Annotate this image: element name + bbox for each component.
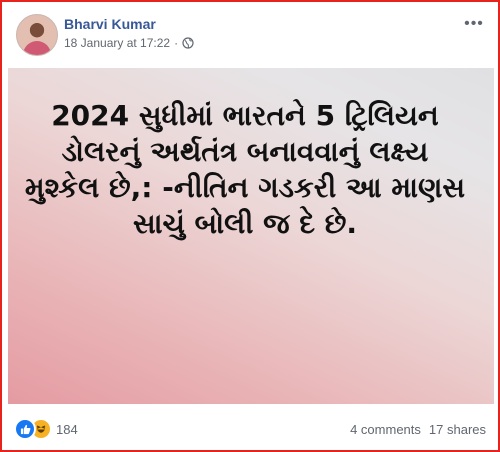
post-footer: 184 4 comments 17 shares — [12, 416, 488, 444]
more-options-icon[interactable]: ••• — [464, 16, 484, 32]
comments-count[interactable]: 4 comments — [350, 422, 421, 437]
shares-count[interactable]: 17 shares — [429, 422, 486, 437]
like-icon — [14, 418, 36, 440]
post-card: Bharvi Kumar 18 January at 17:22 · ••• 2… — [0, 0, 500, 452]
avatar[interactable] — [16, 14, 58, 56]
meta-separator: · — [174, 36, 179, 50]
author-name[interactable]: Bharvi Kumar — [64, 16, 156, 32]
post-meta: 18 January at 17:22 · — [64, 36, 194, 50]
engagement-stats: 4 comments 17 shares — [350, 422, 486, 437]
post-timestamp[interactable]: 18 January at 17:22 — [64, 36, 170, 50]
reaction-count[interactable]: 184 — [56, 422, 78, 437]
reactions-summary[interactable]: 184 — [14, 418, 78, 440]
globe-icon[interactable] — [182, 37, 194, 49]
post-image-text: 2024 સુધીમાં ભારતને 5 ટ્રિલિયન ડોલરનું અ… — [24, 99, 466, 240]
post-header: Bharvi Kumar 18 January at 17:22 · ••• — [12, 12, 488, 60]
avatar-shirt — [23, 41, 51, 55]
